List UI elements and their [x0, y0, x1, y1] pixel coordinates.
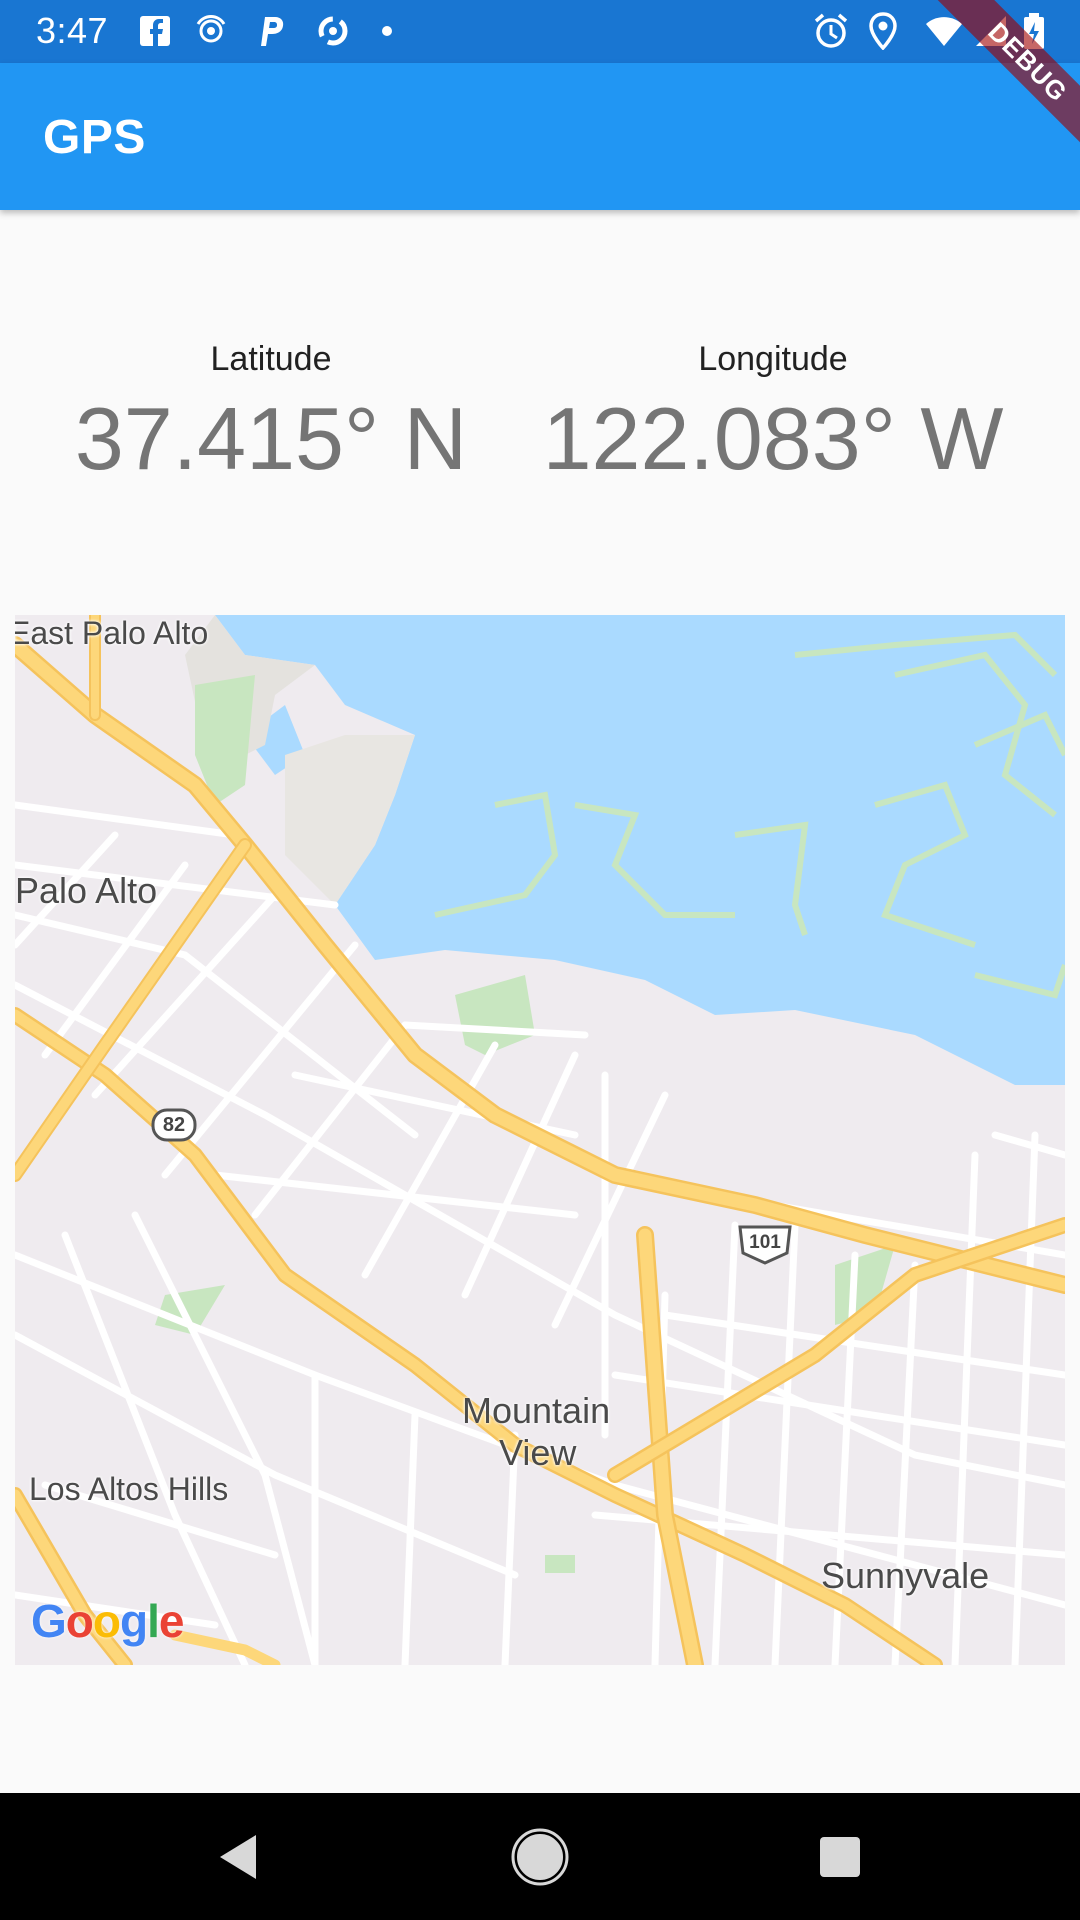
facebook-icon	[140, 16, 170, 46]
longitude-block: Longitude 122.083° W	[540, 333, 1006, 489]
google-attribution-text: Google	[31, 1595, 184, 1647]
status-right-icons	[812, 12, 1052, 50]
home-icon[interactable]	[508, 1825, 572, 1889]
dot-icon	[382, 26, 392, 36]
map-label-mountain-view-2: View	[499, 1432, 577, 1473]
longitude-value: 122.083° W	[542, 389, 1004, 488]
map-label-palo-alto: Palo Alto	[15, 870, 158, 911]
hotspot-icon	[196, 14, 226, 43]
battery-icon	[1024, 13, 1044, 49]
status-bar: 3:47	[0, 0, 1080, 63]
app-title: GPS	[43, 111, 146, 164]
map-label-east-palo-alto: East Palo Alto	[15, 615, 209, 651]
latitude-label: Latitude	[210, 340, 332, 378]
route-101-label: 101	[749, 1232, 781, 1253]
location-icon	[869, 12, 897, 50]
sync-icon	[318, 16, 348, 46]
signal-icon	[976, 16, 1006, 46]
route-82-label: 82	[162, 1114, 186, 1136]
map-view[interactable]: East Palo Alto Palo Alto Mountain View L…	[15, 615, 1065, 1665]
google-attribution: Google	[31, 1594, 184, 1648]
back-icon[interactable]	[208, 1825, 272, 1889]
alarm-icon	[814, 13, 848, 48]
park-small-3	[545, 1555, 575, 1573]
longitude-label: Longitude	[698, 340, 848, 378]
latitude-value: 37.415° N	[74, 389, 468, 488]
p-icon	[261, 17, 284, 46]
navigation-bar	[0, 1793, 1080, 1920]
app-bar: GPS	[0, 63, 1080, 210]
map-label-mountain-view-1: Mountain	[462, 1390, 611, 1431]
map-label-sunnyvale: Sunnyvale	[821, 1555, 990, 1596]
map-label-los-altos-hills: Los Altos Hills	[29, 1471, 229, 1507]
recents-icon[interactable]	[808, 1825, 872, 1889]
wifi-icon	[926, 17, 962, 46]
latitude-block: Latitude 37.415° N	[66, 333, 476, 489]
status-time: 3:47	[36, 10, 109, 51]
